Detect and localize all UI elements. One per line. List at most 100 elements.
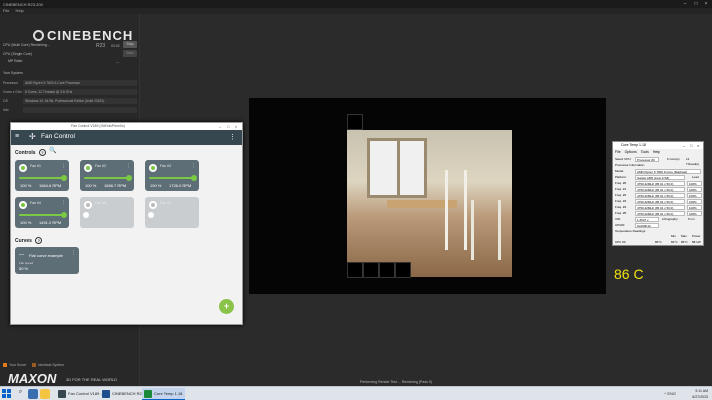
add-button[interactable]: +: [219, 299, 234, 314]
more-options-icon[interactable]: ⋮: [71, 250, 76, 256]
system-tray[interactable]: ^ ENG: [664, 391, 676, 396]
freq-value: 4750.42MHz (95.01 x 50.0): [635, 193, 685, 198]
file-explorer-icon[interactable]: [40, 389, 50, 399]
maximize-button[interactable]: □: [690, 142, 692, 149]
coretemp-title: Core Temp 1.18: [621, 143, 646, 147]
fan-slider[interactable]: [84, 175, 132, 181]
platform-key: Platform:: [615, 175, 628, 179]
fan-icon: ✢: [29, 132, 36, 141]
close-button[interactable]: ×: [701, 0, 711, 8]
minimize-button[interactable]: –: [683, 142, 685, 149]
fancontrol-window-title: Fan Control V189 (GitHub/Rem0o): [71, 124, 125, 128]
cpuid-key: CPUID:: [615, 223, 626, 227]
cores-label: 6 Core(s): [667, 157, 680, 161]
fan-card-2[interactable]: Fan #2 ⋮ 100 % 1668.7 RPM: [80, 160, 134, 191]
minimize-button[interactable]: –: [680, 0, 690, 8]
maximize-button[interactable]: □: [691, 0, 701, 8]
more-options-icon[interactable]: ⋮: [61, 200, 66, 206]
start-button[interactable]: Start: [123, 50, 137, 57]
stop-button[interactable]: Stop: [123, 41, 137, 48]
taskbar-app-cinebench[interactable]: CINEBENCH R23: [100, 388, 147, 400]
freq-key: Freq. #5: [615, 211, 627, 215]
search-icon[interactable]: ⌕: [14, 389, 27, 399]
gauge-icon: [19, 164, 27, 172]
system-value[interactable]: [23, 107, 137, 113]
fan-slider[interactable]: [148, 212, 154, 218]
mp-ratio-label: MP Ratio: [8, 59, 23, 63]
help-icon[interactable]: ?: [35, 237, 43, 244]
system-value: 6 Cores, 12 Threads @ 3.8 GHz: [23, 89, 137, 95]
more-options-icon[interactable]: ⋮: [191, 200, 196, 206]
menu-help[interactable]: Help: [653, 149, 660, 155]
gauge-icon: [149, 164, 157, 172]
more-options-icon[interactable]: ⋮: [61, 163, 66, 169]
windows-start-icon[interactable]: [2, 389, 11, 398]
legend-swatch: [3, 363, 7, 368]
fan-card-3[interactable]: Fan #3 ⋮ 100 % 1726.0 RPM: [145, 160, 199, 191]
processor-select[interactable]: Processor #0: [635, 157, 659, 162]
freq-key: Freq. #1: [615, 187, 627, 191]
maxon-tagline: 3D FOR THE REAL WORLD: [66, 377, 118, 382]
fan-slider[interactable]: [83, 212, 89, 218]
render-status: Performing Render Test ... Rendering (Pa…: [360, 380, 432, 384]
hamburger-menu-icon[interactable]: ≡: [15, 133, 19, 140]
col-max: Max.: [681, 234, 688, 238]
menu-file[interactable]: File: [615, 149, 621, 155]
fan-card-4[interactable]: Fan #4 ⋮ 100 % 1491.2 RPM: [15, 197, 69, 228]
search-icon[interactable]: 🔍: [49, 148, 56, 156]
curve-value[interactable]: 50 %: [19, 266, 28, 271]
fan-percent: 100 %: [150, 183, 162, 188]
fan-rpm: 1668.7 RPM: [104, 183, 127, 188]
fan-slider[interactable]: [19, 175, 67, 181]
freq-row: Freq. #5 4750.42MHz (95.01 x 50.0) 100%: [615, 211, 702, 216]
close-button[interactable]: ×: [235, 123, 237, 130]
fan-card-1[interactable]: Fan #1 ⋮ 100 % 1664.6 RPM: [15, 160, 69, 191]
clock[interactable]: 9:11 AM 6/27/2023: [692, 388, 708, 400]
taskbar-app-fancontrol[interactable]: Fan Control V189 -: [56, 388, 105, 400]
minimize-button[interactable]: –: [219, 123, 221, 130]
fan-rpm: 1491.2 RPM: [39, 220, 62, 225]
close-button[interactable]: ×: [697, 142, 699, 149]
cpu-single-label: CPU (Single Core): [3, 52, 32, 56]
cpu-temp-min: 82°C: [671, 240, 678, 244]
more-options-icon[interactable]: ⋮: [126, 200, 131, 206]
cinebench-title: CINEBENCH R23.200: [3, 1, 43, 7]
render-temperature: 86 C: [614, 266, 644, 282]
fan-percent: 100 %: [20, 183, 32, 188]
curve-card[interactable]: ― Flat curve example ⋮ Fan speed 50 %: [15, 247, 79, 274]
help-icon[interactable]: ?: [38, 149, 46, 156]
load-value: 100%: [687, 211, 702, 216]
render-tile: [395, 262, 411, 278]
fan-card-6[interactable]: Fan #6 ⋮: [145, 197, 199, 228]
render-tile: [363, 262, 379, 278]
taskbar-app-coretemp[interactable]: Core Temp 1.18: [142, 388, 186, 400]
more-options-icon[interactable]: ⋮: [126, 163, 131, 169]
curves-header: Curves ?: [15, 237, 43, 244]
menu-options[interactable]: Options: [625, 149, 637, 155]
flat-curve-icon: ―: [19, 252, 24, 258]
freq-row: Freq. #1 4750.42MHz (95.01 x 50.0) 100%: [615, 187, 702, 192]
model-key: Model:: [615, 169, 625, 173]
cpu-multi-label: CPU (Multi Core) Rendering...: [3, 43, 50, 47]
more-options-icon[interactable]: ⋮: [191, 163, 196, 169]
fan-name: Fan #5: [95, 201, 106, 205]
more-options-icon[interactable]: ⋮: [229, 133, 236, 141]
task-view-icon[interactable]: [28, 389, 38, 399]
coretemp-window: Core Temp 1.18 – □ × File Options Tools …: [612, 141, 704, 246]
start-tile: [7, 394, 11, 398]
freq-row: Freq. #3 4750.42MHz (95.01 x 50.0) 100%: [615, 199, 702, 204]
proc-info-header: Processor Information: [615, 163, 645, 167]
fan-slider[interactable]: [149, 175, 197, 181]
cinebench-titlebar: CINEBENCH R23.200 – □ ×: [0, 0, 712, 8]
model-row: Model: AMD Ryzen 5 7600 6-Core (Raphael): [615, 169, 702, 174]
cpu-power: 88.1W: [692, 240, 701, 244]
fan-slider[interactable]: [19, 212, 67, 218]
menu-tools[interactable]: Tools: [641, 149, 649, 155]
cpu-temp-max: 86°C: [681, 240, 688, 244]
freq-value: 4750.42MHz (95.01 x 50.0): [635, 199, 685, 204]
model-value: AMD Ryzen 5 7600 6-Core (Raphael): [635, 169, 701, 174]
maximize-button[interactable]: □: [227, 123, 229, 130]
controls-header: Controls ? 🔍: [15, 148, 57, 156]
fan-card-5[interactable]: Fan #5 ⋮: [80, 197, 134, 228]
curves-label: Curves: [15, 237, 32, 244]
